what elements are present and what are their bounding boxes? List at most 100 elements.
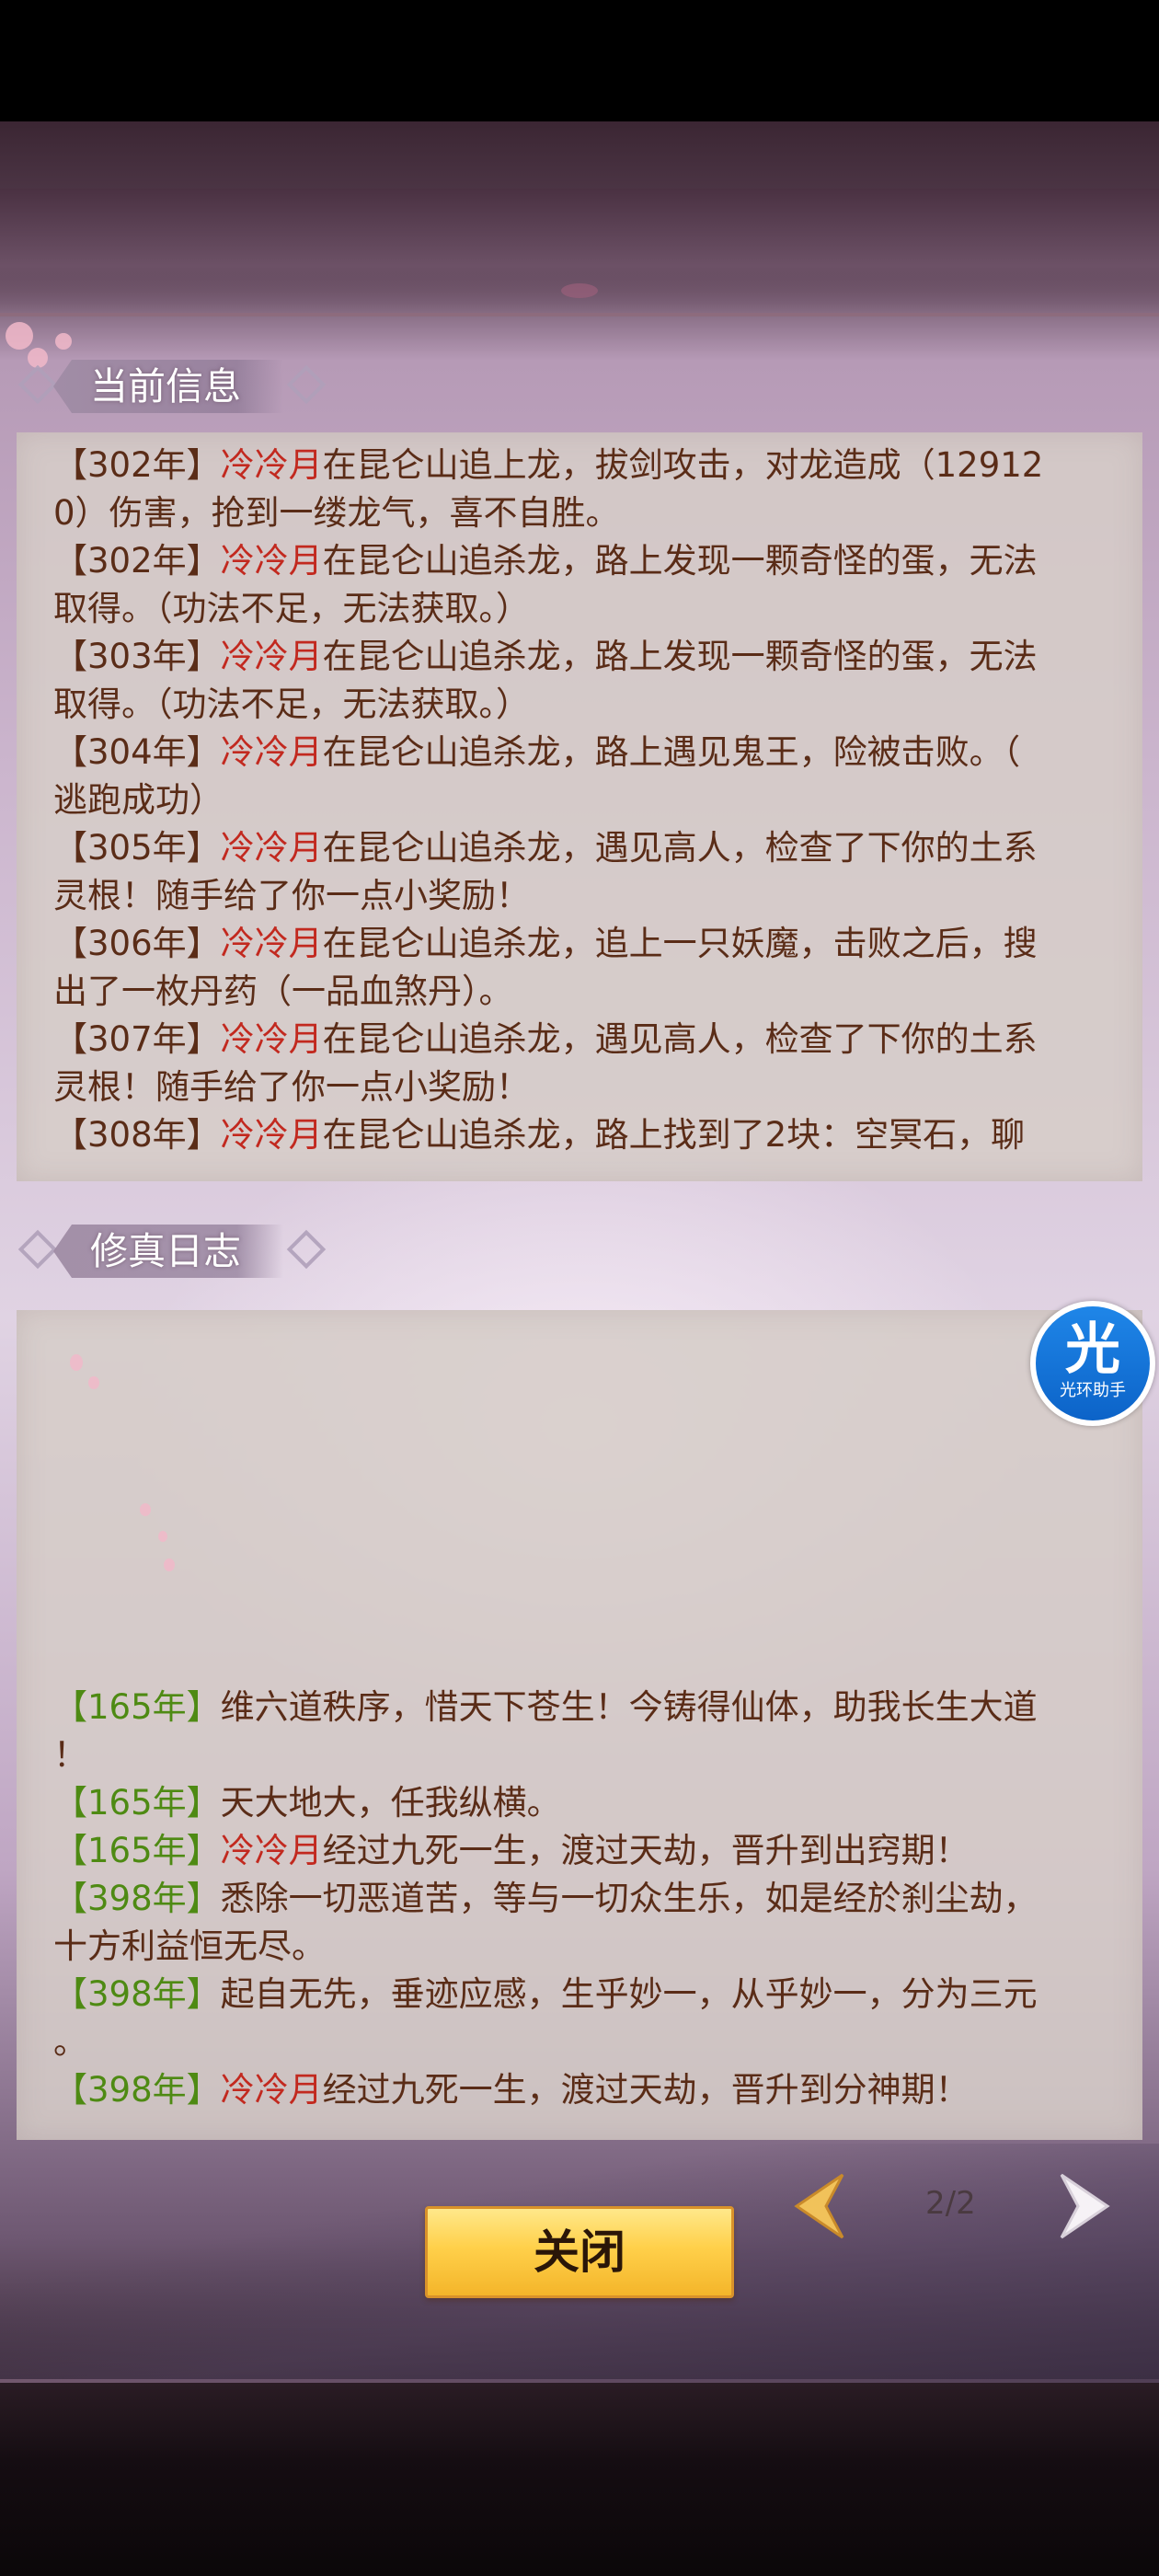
entry-year: 304年 [87, 732, 187, 772]
entry-text: 经过九死一生，渡过天劫，晋升到出窍期！ [322, 1831, 970, 1870]
entry-text: 在昆仑山追杀龙，遇见高人，检查了下你的土系 [322, 1019, 1038, 1059]
entry-text: 在昆仑山追上龙，拔剑攻击，对龙造成（12912 [322, 445, 1044, 485]
bracket-open: 【 [53, 1783, 87, 1823]
blossom-decoration [70, 1354, 83, 1371]
character-name: 冷冷月 [220, 2070, 323, 2110]
entry-text: 维六道秩序，惜天下苍生！今铸得仙体，助我长生大道 [220, 1687, 1038, 1727]
bracket-close: 】 [186, 1974, 221, 2014]
entry-text: 取得。（功法不足，无法获取。） [53, 589, 530, 628]
character-name: 冷冷月 [220, 637, 323, 676]
bracket-close: 】 [186, 637, 221, 676]
current-info-list: 【302年】冷冷月在昆仑山追上龙，拔剑攻击，对龙造成（12912 0）伤害，抢到一… [53, 442, 1120, 1159]
frame-divider-top [0, 313, 1159, 316]
close-button[interactable]: 关闭 [425, 2206, 734, 2298]
header-diamond-icon [17, 364, 58, 405]
entry-year: 302年 [87, 445, 187, 485]
log-entry-line: 【165年】天大地大，任我纵横。 [53, 1779, 1120, 1827]
character-name: 冷冷月 [220, 828, 323, 868]
entry-text: 0）伤害，抢到一缕龙气，喜不自胜。 [53, 493, 620, 533]
assistant-badge-button[interactable]: 光 光环助手 [1030, 1301, 1155, 1426]
cultivation-log-list: 【165年】维六道秩序，惜天下苍生！今铸得仙体，助我长生大道！【165年】天大地… [53, 1684, 1120, 2114]
entry-text: 在昆仑山追杀龙，路上发现一颗奇怪的蛋，无法 [322, 637, 1038, 676]
entry-text: 取得。（功法不足，无法获取。） [53, 684, 530, 724]
entry-text: 。 [53, 2022, 87, 2062]
cultivation-log-title: 修真日志 [90, 1229, 241, 1273]
bracket-close: 】 [186, 445, 221, 485]
entry-year: 306年 [87, 924, 187, 963]
character-name: 冷冷月 [220, 924, 323, 963]
assistant-badge-icon: 光 光环助手 [1036, 1306, 1150, 1420]
entry-year: 307年 [87, 1019, 187, 1059]
entry-year: 165年 [87, 1783, 187, 1823]
entry-text: 悉除一切恶道苦，等与一切众生乐，如是经於刹尘劫， [220, 1879, 1038, 1918]
prev-page-arrow-icon[interactable] [789, 2171, 854, 2241]
character-name: 冷冷月 [220, 445, 323, 485]
assistant-glyph: 光 [1065, 1317, 1120, 1382]
bracket-open: 【 [53, 541, 87, 581]
bracket-open: 【 [53, 924, 87, 963]
bracket-open: 【 [53, 1831, 87, 1870]
log-entry-line: 【308年】冷冷月在昆仑山追杀龙，路上找到了2块：空冥石，聊 [53, 1111, 1120, 1159]
next-page-arrow-icon[interactable] [1050, 2171, 1115, 2241]
entry-text: 在昆仑山追杀龙，路上发现一颗奇怪的蛋，无法 [322, 541, 1038, 581]
log-entry-line: 【303年】冷冷月在昆仑山追杀龙，路上发现一颗奇怪的蛋，无法 [53, 633, 1120, 681]
entry-year: 302年 [87, 541, 187, 581]
bracket-open: 【 [53, 828, 87, 868]
log-entry-line: 逃跑成功） [53, 776, 1120, 824]
entry-year: 303年 [87, 637, 187, 676]
log-entry-line: 0）伤害，抢到一缕龙气，喜不自胜。 [53, 489, 1120, 537]
cultivation-log-header: 修真日志 [17, 1219, 334, 1283]
entry-text: 天大地大，任我纵横。 [220, 1783, 561, 1823]
entry-text: 在昆仑山追杀龙，路上遇见鬼王，险被击败。（ [322, 732, 1021, 772]
assistant-label: 光环助手 [1060, 1381, 1126, 1400]
current-info-header: 当前信息 [17, 354, 334, 419]
current-info-title: 当前信息 [90, 364, 241, 408]
entry-text: 在昆仑山追杀龙，路上找到了2块：空冥石，聊 [322, 1115, 1026, 1155]
log-entry-line: 【165年】冷冷月经过九死一生，渡过天劫，晋升到出窍期！ [53, 1827, 1120, 1875]
log-entry-line: 【306年】冷冷月在昆仑山追杀龙，追上一只妖魔，击败之后，搜 [53, 920, 1120, 968]
header-diamond-icon [286, 364, 327, 405]
bracket-open: 【 [53, 445, 87, 485]
character-name: 冷冷月 [220, 1831, 323, 1870]
header-diamond-icon [17, 1229, 58, 1270]
cultivation-log-panel[interactable]: 【165年】维六道秩序，惜天下苍生！今铸得仙体，助我长生大道！【165年】天大地… [17, 1310, 1142, 2140]
bracket-open: 【 [53, 732, 87, 772]
bracket-close: 】 [186, 2070, 221, 2110]
entry-text: ！ [53, 1735, 87, 1775]
character-name: 冷冷月 [220, 541, 323, 581]
entry-text: 起自无先，垂迹应感，生乎妙一，从乎妙一，分为三元 [220, 1974, 1038, 2014]
bracket-close: 】 [186, 1783, 221, 1823]
bracket-open: 【 [53, 637, 87, 676]
blossom-decoration [164, 1558, 175, 1571]
current-info-panel[interactable]: 【302年】冷冷月在昆仑山追上龙，拔剑攻击，对龙造成（12912 0）伤害，抢到一… [17, 432, 1142, 1181]
bracket-close: 】 [186, 828, 221, 868]
blossom-decoration [55, 333, 72, 350]
entry-year: 165年 [87, 1687, 187, 1727]
entry-text: 十方利益恒无尽。 [53, 1926, 326, 1966]
log-entry-line: 【302年】冷冷月在昆仑山追上龙，拔剑攻击，对龙造成（12912 [53, 442, 1120, 489]
entry-year: 305年 [87, 828, 187, 868]
character-name: 冷冷月 [220, 1115, 323, 1155]
log-entry-line: 【304年】冷冷月在昆仑山追杀龙，路上遇见鬼王，险被击败。（ [53, 729, 1120, 776]
log-entry-line: 取得。（功法不足，无法获取。） [53, 681, 1120, 729]
log-entry-line: 【165年】维六道秩序，惜天下苍生！今铸得仙体，助我长生大道 [53, 1684, 1120, 1731]
entry-text: 在昆仑山追杀龙，追上一只妖魔，击败之后，搜 [322, 924, 1038, 963]
entry-year: 398年 [87, 2070, 187, 2110]
log-entry-line: 十方利益恒无尽。 [53, 1923, 1120, 1971]
log-entry-line: 灵根！随手给了你一点小奖励！ [53, 872, 1120, 920]
top-ornament [497, 278, 662, 304]
entry-year: 398年 [87, 1879, 187, 1918]
bracket-close: 】 [186, 1019, 221, 1059]
bracket-close: 】 [186, 1115, 221, 1155]
bracket-close: 】 [186, 1831, 221, 1870]
blossom-decoration [88, 1376, 99, 1389]
entry-text: 在昆仑山追杀龙，遇见高人，检查了下你的土系 [322, 828, 1038, 868]
page-indicator: 2/2 [925, 2185, 976, 2222]
bracket-close: 】 [186, 1687, 221, 1727]
log-entry-line: 。 [53, 2018, 1120, 2066]
status-bar [0, 0, 1159, 121]
bracket-open: 【 [53, 1019, 87, 1059]
log-entry-line: 【302年】冷冷月在昆仑山追杀龙，路上发现一颗奇怪的蛋，无法 [53, 537, 1120, 585]
log-entry-line: 【307年】冷冷月在昆仑山追杀龙，遇见高人，检查了下你的土系 [53, 1016, 1120, 1064]
entry-text: 经过九死一生，渡过天劫，晋升到分神期！ [322, 2070, 970, 2110]
